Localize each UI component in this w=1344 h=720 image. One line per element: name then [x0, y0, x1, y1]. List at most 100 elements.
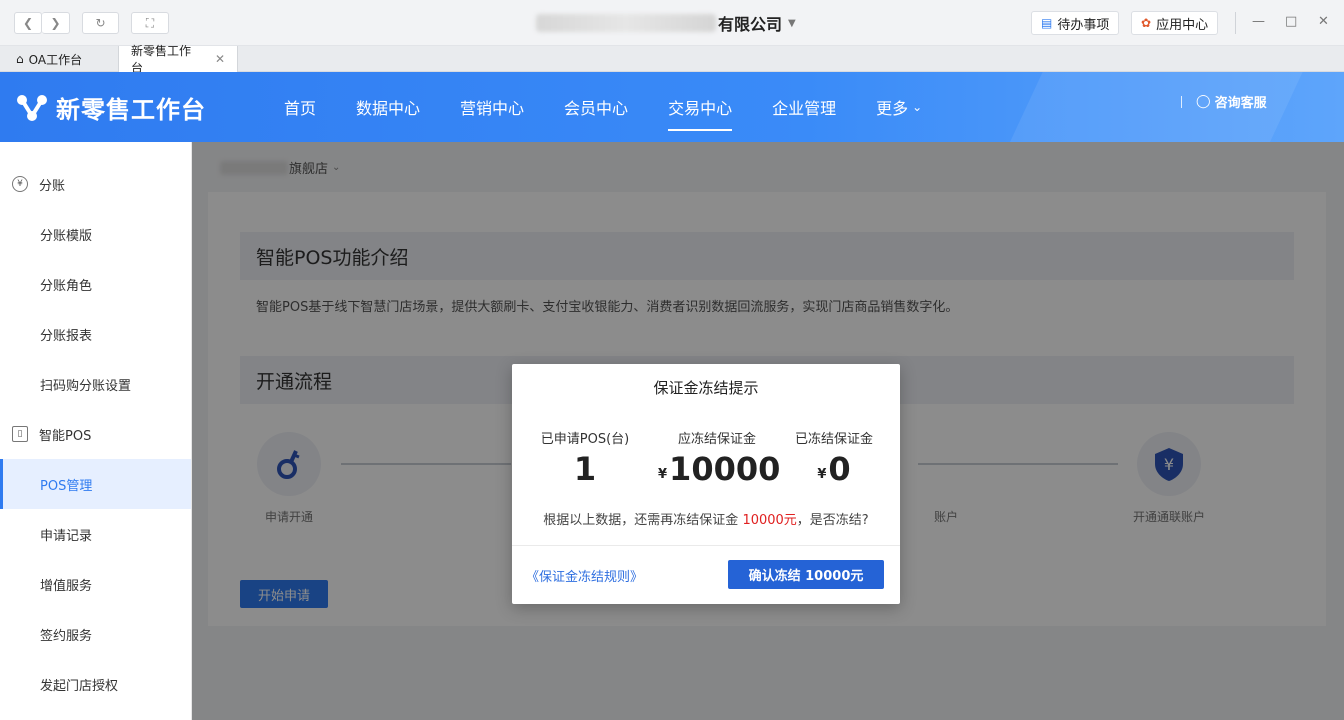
window-titlebar: ❮ ❯ ↻ ⛶ 有限公司 ▼ ▤ 待办事项 ✿ 应用中心 — □ ✕	[0, 0, 1344, 46]
home-icon: ⌂	[16, 52, 24, 66]
currency-symbol: ¥	[658, 467, 668, 482]
main-nav: 首页 数据中心 营销中心 会员中心 交易中心 企业管理 更多 ⌄	[268, 72, 946, 142]
nav-label: 会员中心	[564, 99, 629, 118]
titlebar-divider	[1235, 12, 1236, 34]
stat-label: 已申请POS(台)	[540, 432, 630, 447]
todo-icon: ▤	[1041, 16, 1053, 30]
nav-label: 数据中心	[356, 99, 421, 118]
sidebar-group-split[interactable]: ¥ 分账	[0, 159, 191, 209]
sidebar-item-pos-management[interactable]: POS管理	[0, 459, 191, 509]
nav-member-center[interactable]: 会员中心	[548, 72, 644, 142]
freeze-notice: 根据以上数据，还需再冻结保证金 10000元，是否冻结?	[512, 509, 900, 528]
sidebar-group-label: 分账	[39, 178, 66, 194]
maximize-icon[interactable]: □	[1285, 14, 1297, 29]
close-icon[interactable]: ✕	[1318, 14, 1329, 29]
todo-button[interactable]: ▤ 待办事项	[1031, 11, 1120, 35]
stat-required-deposit: 应冻结保证金 ¥10000	[658, 428, 780, 488]
sidebar-group-smart-pos[interactable]: ▯ 智能POS	[0, 409, 191, 459]
back-button[interactable]: ❮	[14, 12, 42, 34]
nav-more[interactable]: 更多 ⌄	[860, 72, 938, 142]
stat-number: 10000	[669, 450, 781, 488]
todo-label: 待办事项	[1057, 17, 1110, 33]
app-center-button[interactable]: ✿ 应用中心	[1131, 11, 1219, 35]
sidebar-item-label: 分账报表	[40, 328, 93, 344]
sidebar-item-split-template[interactable]: 分账模版	[0, 209, 191, 259]
logo-icon	[17, 94, 47, 121]
tab-bar: ⌂ OA工作台 新零售工作台 ✕	[0, 44, 1344, 75]
tab-label: 新零售工作台	[131, 44, 192, 75]
chevron-down-icon: ⌄	[912, 100, 923, 114]
sidebar-item-label: 签约服务	[40, 628, 93, 644]
sidebar-item-application-records[interactable]: 申请记录	[0, 509, 191, 559]
minimize-icon[interactable]: —	[1252, 14, 1265, 29]
deposit-freeze-dialog: 保证金冻结提示 已申请POS(台) 1 应冻结保证金 ¥10000 已冻结保证金…	[512, 364, 900, 604]
confirm-freeze-button[interactable]: 确认冻结 10000元	[728, 560, 884, 589]
nav-trade-center[interactable]: 交易中心	[652, 72, 748, 142]
stat-value: 1	[512, 450, 658, 488]
support-label: 咨询客服	[1214, 96, 1267, 111]
company-switcher[interactable]: 有限公司 ▼	[536, 12, 796, 34]
stat-label: 应冻结保证金	[677, 432, 756, 447]
close-tab-icon[interactable]: ✕	[215, 52, 225, 66]
app-center-icon: ✿	[1141, 16, 1152, 30]
stat-label: 已冻结保证金	[794, 432, 873, 447]
tab-oa[interactable]: ⌂ OA工作台	[4, 46, 119, 72]
app-center-label: 应用中心	[1156, 17, 1209, 33]
sidebar-item-store-authorization[interactable]: 发起门店授权	[0, 659, 191, 709]
nav-label: 更多	[876, 99, 909, 118]
fullscreen-icon: ⛶	[145, 15, 155, 30]
sidebar-item-split-report[interactable]: 分账报表	[0, 309, 191, 359]
sidebar: ¥ 分账 分账模版 分账角色 分账报表 扫码购分账设置 ▯ 智能POS POS管…	[0, 142, 192, 720]
nav-enterprise-management[interactable]: 企业管理	[756, 72, 852, 142]
sidebar-item-label: POS管理	[40, 478, 93, 494]
currency-symbol: ¥	[817, 467, 827, 482]
tab-label: OA工作台	[28, 52, 83, 67]
nav-label: 首页	[284, 99, 317, 118]
sidebar-item-label: 申请记录	[40, 528, 93, 544]
nav-label: 交易中心	[668, 99, 733, 118]
company-suffix: 有限公司	[718, 15, 783, 34]
support-divider	[1181, 95, 1182, 108]
stat-number: 1	[573, 450, 597, 488]
forward-button[interactable]: ❯	[42, 12, 70, 34]
sidebar-item-signing-services[interactable]: 签约服务	[0, 609, 191, 659]
caret-down-icon: ▼	[788, 17, 796, 29]
app-header: 新零售工作台 首页 数据中心 营销中心 会员中心 交易中心 企业管理 更多 ⌄ ◯…	[0, 72, 1344, 142]
freeze-rules-link[interactable]: 《保证金冻结规则》	[526, 566, 643, 585]
fullscreen-button[interactable]: ⛶	[131, 12, 169, 34]
refresh-icon: ↻	[95, 16, 106, 30]
blurred-company-name	[536, 14, 716, 32]
deposit-stats: 已申请POS(台) 1 应冻结保证金 ¥10000 已冻结保证金 ¥0	[512, 428, 900, 488]
refresh-button[interactable]: ↻	[82, 12, 119, 34]
sidebar-item-label: 分账角色	[40, 278, 93, 294]
headset-icon: ◯	[1196, 94, 1211, 109]
sidebar-item-value-added-services[interactable]: 增值服务	[0, 559, 191, 609]
stat-frozen-deposit: 已冻结保证金 ¥0	[776, 428, 892, 488]
stat-applied-pos: 已申请POS(台) 1	[512, 428, 658, 488]
nav-home[interactable]: 首页	[268, 72, 332, 142]
sidebar-item-scan-split-settings[interactable]: 扫码购分账设置	[0, 359, 191, 409]
notice-amount: 10000元	[742, 513, 797, 528]
stat-number: 0	[828, 450, 851, 488]
app-logo[interactable]: 新零售工作台	[16, 90, 206, 125]
notice-prefix: 根据以上数据，还需再冻结保证金	[543, 513, 739, 528]
notice-suffix: ，是否冻结?	[796, 513, 869, 528]
dialog-divider	[512, 545, 900, 546]
nav-marketing-center[interactable]: 营销中心	[444, 72, 540, 142]
yuan-circle-icon: ¥	[12, 176, 28, 192]
nav-label: 营销中心	[460, 99, 525, 118]
sidebar-group-label: 智能POS	[39, 428, 92, 444]
sidebar-item-label: 分账模版	[40, 228, 93, 244]
sidebar-item-label: 增值服务	[40, 578, 93, 594]
sidebar-item-split-role[interactable]: 分账角色	[0, 259, 191, 309]
pos-device-icon: ▯	[12, 426, 28, 442]
stat-value: ¥10000	[658, 450, 780, 488]
tab-new-retail[interactable]: 新零售工作台 ✕	[119, 44, 238, 75]
dialog-title: 保证金冻结提示	[653, 379, 759, 397]
header-decoration	[986, 72, 1322, 142]
sidebar-item-label: 扫码购分账设置	[40, 378, 132, 394]
sidebar-item-label: 发起门店授权	[40, 678, 119, 694]
nav-data-center[interactable]: 数据中心	[340, 72, 436, 142]
logo-text: 新零售工作台	[56, 96, 206, 124]
customer-support-link[interactable]: ◯ 咨询客服	[1181, 92, 1267, 111]
